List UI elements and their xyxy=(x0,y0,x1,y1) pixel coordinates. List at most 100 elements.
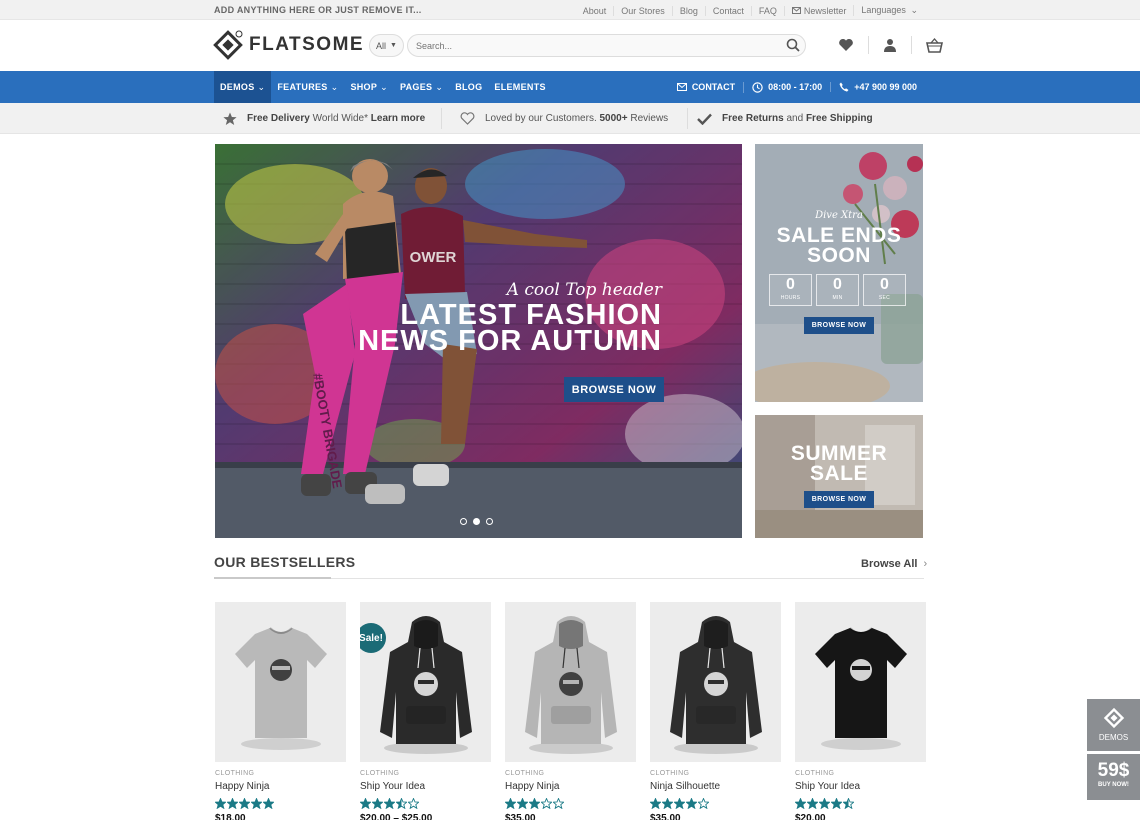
envelope-icon xyxy=(676,83,687,91)
clock-icon xyxy=(752,81,763,93)
product-photo xyxy=(670,616,762,754)
slider-dot[interactable] xyxy=(460,518,467,525)
product-category[interactable]: CLOTHING xyxy=(215,770,346,777)
logo[interactable]: FLATSOME xyxy=(213,30,364,60)
buy-now-widget[interactable]: 59$ BUY NOW! xyxy=(1087,754,1140,800)
product-name[interactable]: Ship Your Idea xyxy=(795,781,926,792)
summer-sale-title-line2: SALE xyxy=(809,462,868,485)
usp-bar: Free Delivery World Wide* Learn more Lov… xyxy=(0,103,1140,134)
nav-item-elements[interactable]: ELEMENTS xyxy=(488,71,551,103)
logo-diamond-icon xyxy=(213,30,243,60)
nav-item-label: DEMOS xyxy=(220,82,255,92)
top-link-our-stores[interactable]: Our Stores xyxy=(613,5,672,16)
nav-item-demos[interactable]: DEMOS ⌄ xyxy=(214,71,272,103)
product-name[interactable]: Ship Your Idea xyxy=(360,781,491,792)
star-icon xyxy=(360,798,371,809)
nav-item-features[interactable]: FEATURES ⌄ xyxy=(271,71,344,103)
top-link-newsletter[interactable]: Newsletter xyxy=(783,5,854,16)
product-image[interactable]: Sale! xyxy=(360,602,491,762)
heart-outline-icon xyxy=(460,112,475,125)
flowers-image xyxy=(755,144,923,402)
envelope-icon xyxy=(791,7,801,14)
top-link-contact[interactable]: Contact xyxy=(704,5,751,16)
product-image[interactable] xyxy=(215,602,346,762)
usp-delivery-text: Free Delivery World Wide* Learn more xyxy=(247,113,426,124)
nav-contact-link[interactable]: CONTACT xyxy=(669,82,743,92)
nav-item-pages[interactable]: PAGES ⌄ xyxy=(394,71,449,103)
summer-sale-banner[interactable]: SUMMER SALE BROWSE NOW xyxy=(755,415,923,538)
countdown-hours: 0 HOURS xyxy=(769,274,812,306)
header-divider xyxy=(911,36,912,54)
demos-widget[interactable]: DEMOS xyxy=(1087,699,1140,751)
sale-ends-banner[interactable]: Dive Xtra SALE ENDS SOON 0 HOURS 0 MIN 0 SE… xyxy=(755,144,923,402)
product-card[interactable]: CLOTHING Ninja Silhouette $35.00 xyxy=(650,602,781,820)
caret-down-icon: ▼ xyxy=(390,42,397,49)
star-icon xyxy=(372,798,383,809)
contact-label: CONTACT xyxy=(691,82,736,92)
product-photo xyxy=(235,627,327,750)
top-link-about[interactable]: About xyxy=(576,6,614,16)
star-icon xyxy=(215,798,226,809)
slider-dot[interactable] xyxy=(486,518,493,525)
summer-browse-now-button[interactable]: BROWSE NOW xyxy=(804,491,874,508)
star-icon xyxy=(517,798,528,809)
product-card[interactable]: CLOTHING Happy Ninja $18.00 xyxy=(215,602,346,820)
phone-icon xyxy=(839,82,849,92)
star-rating xyxy=(795,798,926,809)
search-input[interactable] xyxy=(407,34,806,57)
header: FLATSOME All ▼ xyxy=(0,20,1140,71)
main-nav: DEMOS ⌄ FEATURES ⌄ SHOP ⌄ PAGES ⌄ BLOG ELEME… xyxy=(0,71,1140,103)
hero-browse-now-button[interactable]: BROWSE NOW xyxy=(564,377,664,402)
product-category[interactable]: CLOTHING xyxy=(360,770,491,777)
nav-item-label: BLOG xyxy=(455,82,483,92)
star-icon xyxy=(263,798,274,809)
nav-item-blog[interactable]: BLOG xyxy=(449,71,488,103)
product-image[interactable] xyxy=(650,602,781,762)
header-icons xyxy=(838,36,943,54)
product-name[interactable]: Happy Ninja xyxy=(505,781,636,792)
category-value: All xyxy=(376,40,387,51)
usp-returns-text: Free Returns and Free Shipping xyxy=(722,113,873,124)
star-icon xyxy=(529,798,540,809)
hero-headline-line2: NEWS FOR AUTUMN xyxy=(358,325,662,357)
product-name[interactable]: Happy Ninja xyxy=(215,781,346,792)
product-image[interactable] xyxy=(795,602,926,762)
star-icon xyxy=(239,798,250,809)
nav-item-shop[interactable]: SHOP ⌄ xyxy=(344,71,394,103)
product-category[interactable]: CLOTHING xyxy=(795,770,926,777)
languages-dropdown[interactable]: Languages ⌄ xyxy=(853,5,925,16)
star-icon xyxy=(795,798,806,809)
product-image[interactable] xyxy=(505,602,636,762)
hero-slider[interactable]: OWER #BOOTY BRIGADE A cool Top header LA… xyxy=(215,144,742,538)
top-link-blog[interactable]: Blog xyxy=(671,5,705,16)
languages-label: Languages xyxy=(861,5,906,15)
sale-browse-now-button[interactable]: BROWSE NOW xyxy=(804,317,874,334)
wishlist-heart-icon[interactable] xyxy=(838,38,854,52)
main-nav-items: DEMOS ⌄ FEATURES ⌄ SHOP ⌄ PAGES ⌄ BLOG ELEME… xyxy=(214,71,552,103)
star-icon xyxy=(384,798,395,809)
product-card[interactable]: CLOTHING Ship Your Idea $20.00 xyxy=(795,602,926,820)
product-price: $35.00 xyxy=(505,813,536,820)
account-user-icon[interactable] xyxy=(883,38,897,52)
star-icon xyxy=(686,798,697,809)
top-link-faq[interactable]: FAQ xyxy=(750,5,784,16)
browse-all-label: Browse All xyxy=(861,558,918,570)
category-select[interactable]: All ▼ xyxy=(369,34,404,57)
cart-basket-icon[interactable] xyxy=(926,37,943,53)
product-name[interactable]: Ninja Silhouette xyxy=(650,781,781,792)
product-card[interactable]: Sale! CLOTHING Ship Your Idea $20.00 – $25.… xyxy=(360,602,491,820)
nav-contact-info: CONTACT 08:00 - 17:00 +47 900 99 000 xyxy=(669,71,925,103)
slider-dot-active[interactable] xyxy=(473,518,480,525)
nav-phone[interactable]: +47 900 99 000 xyxy=(830,82,925,92)
star-icon xyxy=(662,798,673,809)
summer-sale-title-line1: SUMMER xyxy=(790,442,888,465)
search-icon[interactable] xyxy=(786,38,800,52)
product-category[interactable]: CLOTHING xyxy=(505,770,636,777)
star-rating xyxy=(360,798,491,809)
learn-more-link[interactable]: Learn more xyxy=(371,113,425,124)
product-category[interactable]: CLOTHING xyxy=(650,770,781,777)
browse-all-link[interactable]: Browse All › xyxy=(861,558,927,570)
product-card[interactable]: CLOTHING Happy Ninja $35.00 xyxy=(505,602,636,820)
hero-tagline: A cool Top header xyxy=(506,280,662,300)
star-icon xyxy=(408,798,419,809)
